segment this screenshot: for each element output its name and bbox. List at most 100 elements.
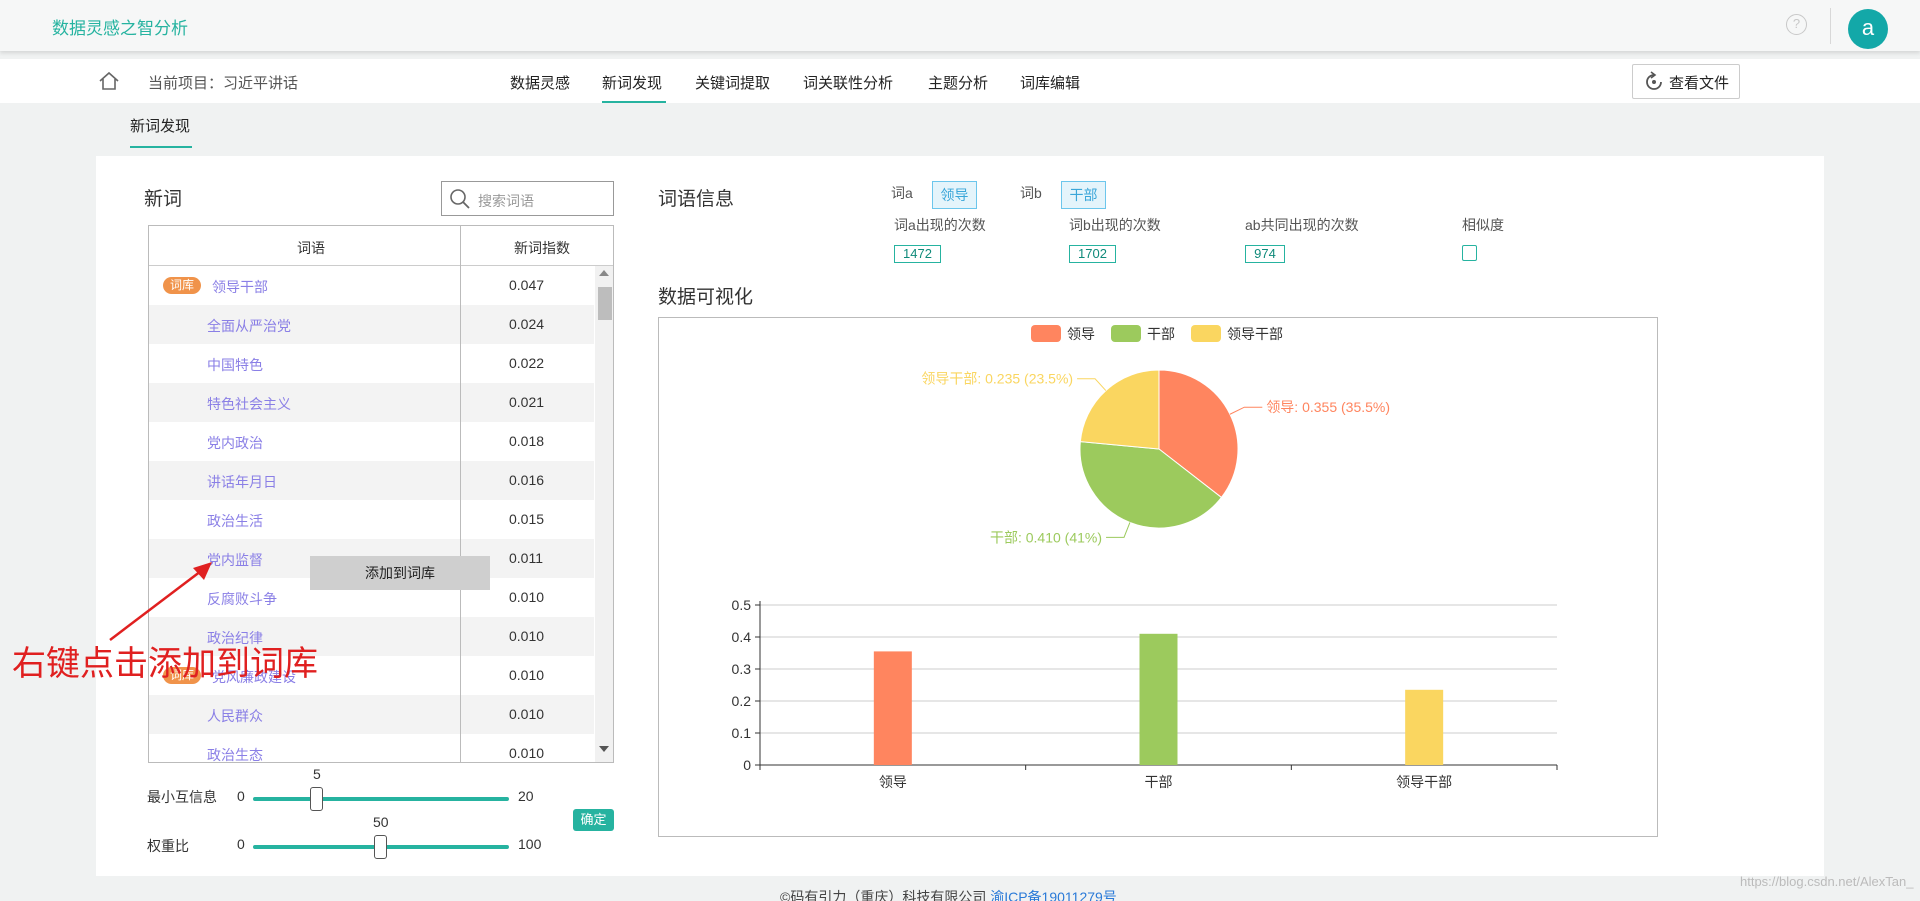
scroll-down-icon[interactable] [599,746,609,752]
cell-score: 0.016 [509,472,545,488]
subtab-new-word-discovery[interactable]: 新词发现 [130,115,190,136]
scrollbar-track[interactable] [595,266,613,762]
legend-swatch [1191,325,1221,342]
word-a-value[interactable]: 领导 [932,181,977,209]
stat-label-word-a-count: 词a出现的次数 [894,217,986,233]
scroll-up-icon[interactable] [599,270,609,276]
scrollbar-thumb[interactable] [598,287,612,320]
cell-word[interactable]: 政治生态 [207,745,263,762]
bar [873,651,912,765]
word-b-value[interactable]: 干部 [1061,181,1106,209]
slider-max-weight-ratio: 100 [518,836,542,852]
pie-label-line [1106,522,1131,538]
table-row[interactable]: 全面从严治党 0.024 [149,305,594,344]
subtab-indicator [130,146,192,148]
viz-container: 领导 干部 领导干部 领导: 0.355 (35.5%) 干部: 0.410 (41%)… [658,317,1658,837]
table-row[interactable]: 词库 领导干部 0.047 [149,266,594,305]
footer-icp-link[interactable]: 渝ICP备19011279号 [990,889,1117,901]
table-row[interactable]: 政治生活 0.015 [149,500,594,539]
cell-word[interactable]: 人民群众 [207,706,263,726]
word-b-label: 词b [1020,185,1042,201]
tab-word-correlation[interactable]: 词关联性分析 [803,72,893,93]
tab-topic-analysis[interactable]: 主题分析 [928,72,988,93]
cell-score: 0.015 [509,511,545,527]
cell-word[interactable]: 政治生活 [207,511,263,531]
tab-lexicon-edit[interactable]: 词库编辑 [1020,72,1080,93]
pie-label-line [1229,406,1263,415]
y-tick-label: 0.5 [732,597,752,613]
slider-label-mutual-info: 最小互信息 [147,789,217,805]
view-file-button[interactable]: 查看文件 [1632,64,1740,99]
column-divider [460,226,461,762]
slider-max-mutual-info: 20 [518,788,534,804]
active-tab-indicator [602,101,666,103]
y-tick-label: 0.1 [732,725,752,741]
x-tick-label: 干部 [1145,774,1173,790]
bar [1139,633,1178,765]
slider-track-mutual-info[interactable] [253,797,509,801]
avatar[interactable]: a [1848,9,1888,49]
search-placeholder: 搜索词语 [478,193,534,209]
current-project: 当前项目：习近平讲话 [148,75,299,92]
cell-score: 0.047 [509,277,545,293]
table-row[interactable]: 人民群众 0.010 [149,695,594,734]
legend-label: 领导 [1067,326,1095,342]
tab-keyword-extraction[interactable]: 关键词提取 [695,72,770,93]
stat-value-word-b-count: 1702 [1069,245,1116,263]
home-icon[interactable] [98,70,120,92]
stat-label-word-b-count: 词b出现的次数 [1069,217,1161,233]
x-tick-label: 领导干部 [1396,774,1452,790]
cell-score: 0.010 [509,628,545,644]
y-tick-label: 0.4 [732,629,752,645]
cell-score: 0.018 [509,433,545,449]
slider-handle-weight-ratio[interactable] [374,835,387,859]
app-brand[interactable]: 数据灵感之智分析 [52,14,188,39]
footer-text: ©码有引力（重庆）科技有限公司 [780,889,987,901]
cell-score: 0.010 [509,589,545,605]
stat-value-co-occurrence: 974 [1245,245,1285,263]
lexicon-tag: 词库 [163,277,201,294]
search-input[interactable]: 搜索词语 [441,181,614,216]
slider-value-weight-ratio: 50 [373,814,389,830]
cell-score: 0.010 [509,706,545,722]
cell-word[interactable]: 全面从严治党 [207,316,291,336]
column-header-score[interactable]: 新词指数 [514,238,570,258]
watermark: https://blog.csdn.net/AlexTan_ [1740,874,1914,889]
column-header-word[interactable]: 词语 [297,238,325,258]
top-header [0,0,1920,51]
cell-word[interactable]: 领导干部 [212,277,268,297]
cell-score: 0.021 [509,394,545,410]
cell-word[interactable]: 中国特色 [207,355,263,375]
tab-data-inspiration[interactable]: 数据灵感 [510,72,570,93]
slider-value-mutual-info: 5 [313,766,321,782]
pie-label: 干部: 0.410 (41%) [990,529,1102,545]
table-row[interactable]: 党内政治 0.018 [149,422,594,461]
confirm-button[interactable]: 确定 [573,809,614,831]
pie-label: 领导: 0.355 (35.5%) [1266,399,1390,415]
cell-word[interactable]: 特色社会主义 [207,394,291,414]
annotation-text: 右键点击添加到词库 [12,645,318,683]
question-circle-icon[interactable]: ? [1786,14,1807,35]
refresh-icon [1646,71,1662,90]
cell-score: 0.010 [509,745,545,761]
cell-score: 0.024 [509,316,545,332]
pie-slice [1079,369,1160,450]
tab-new-word-discovery[interactable]: 新词发现 [602,72,662,93]
bar [1405,689,1444,765]
cell-word[interactable]: 党内政治 [207,433,263,453]
pie-label-line [1077,378,1107,391]
word-a-label: 词a [891,185,913,201]
new-words-title: 新词 [144,189,183,210]
slider-handle-mutual-info[interactable] [310,787,323,811]
slider-min-mutual-info: 0 [237,788,245,804]
cell-word[interactable]: 讲话年月日 [207,472,277,492]
table-row[interactable]: 中国特色 0.022 [149,344,594,383]
header-divider [1830,8,1831,44]
table-row[interactable]: 讲话年月日 0.016 [149,461,594,500]
table-row[interactable]: 特色社会主义 0.021 [149,383,594,422]
table-row[interactable]: 政治生态 0.010 [149,734,594,762]
y-tick-label: 0.2 [732,693,752,709]
slider-label-weight-ratio: 权重比 [147,838,189,854]
slider-min-weight-ratio: 0 [237,836,245,852]
legend-label: 领导干部 [1227,326,1283,342]
